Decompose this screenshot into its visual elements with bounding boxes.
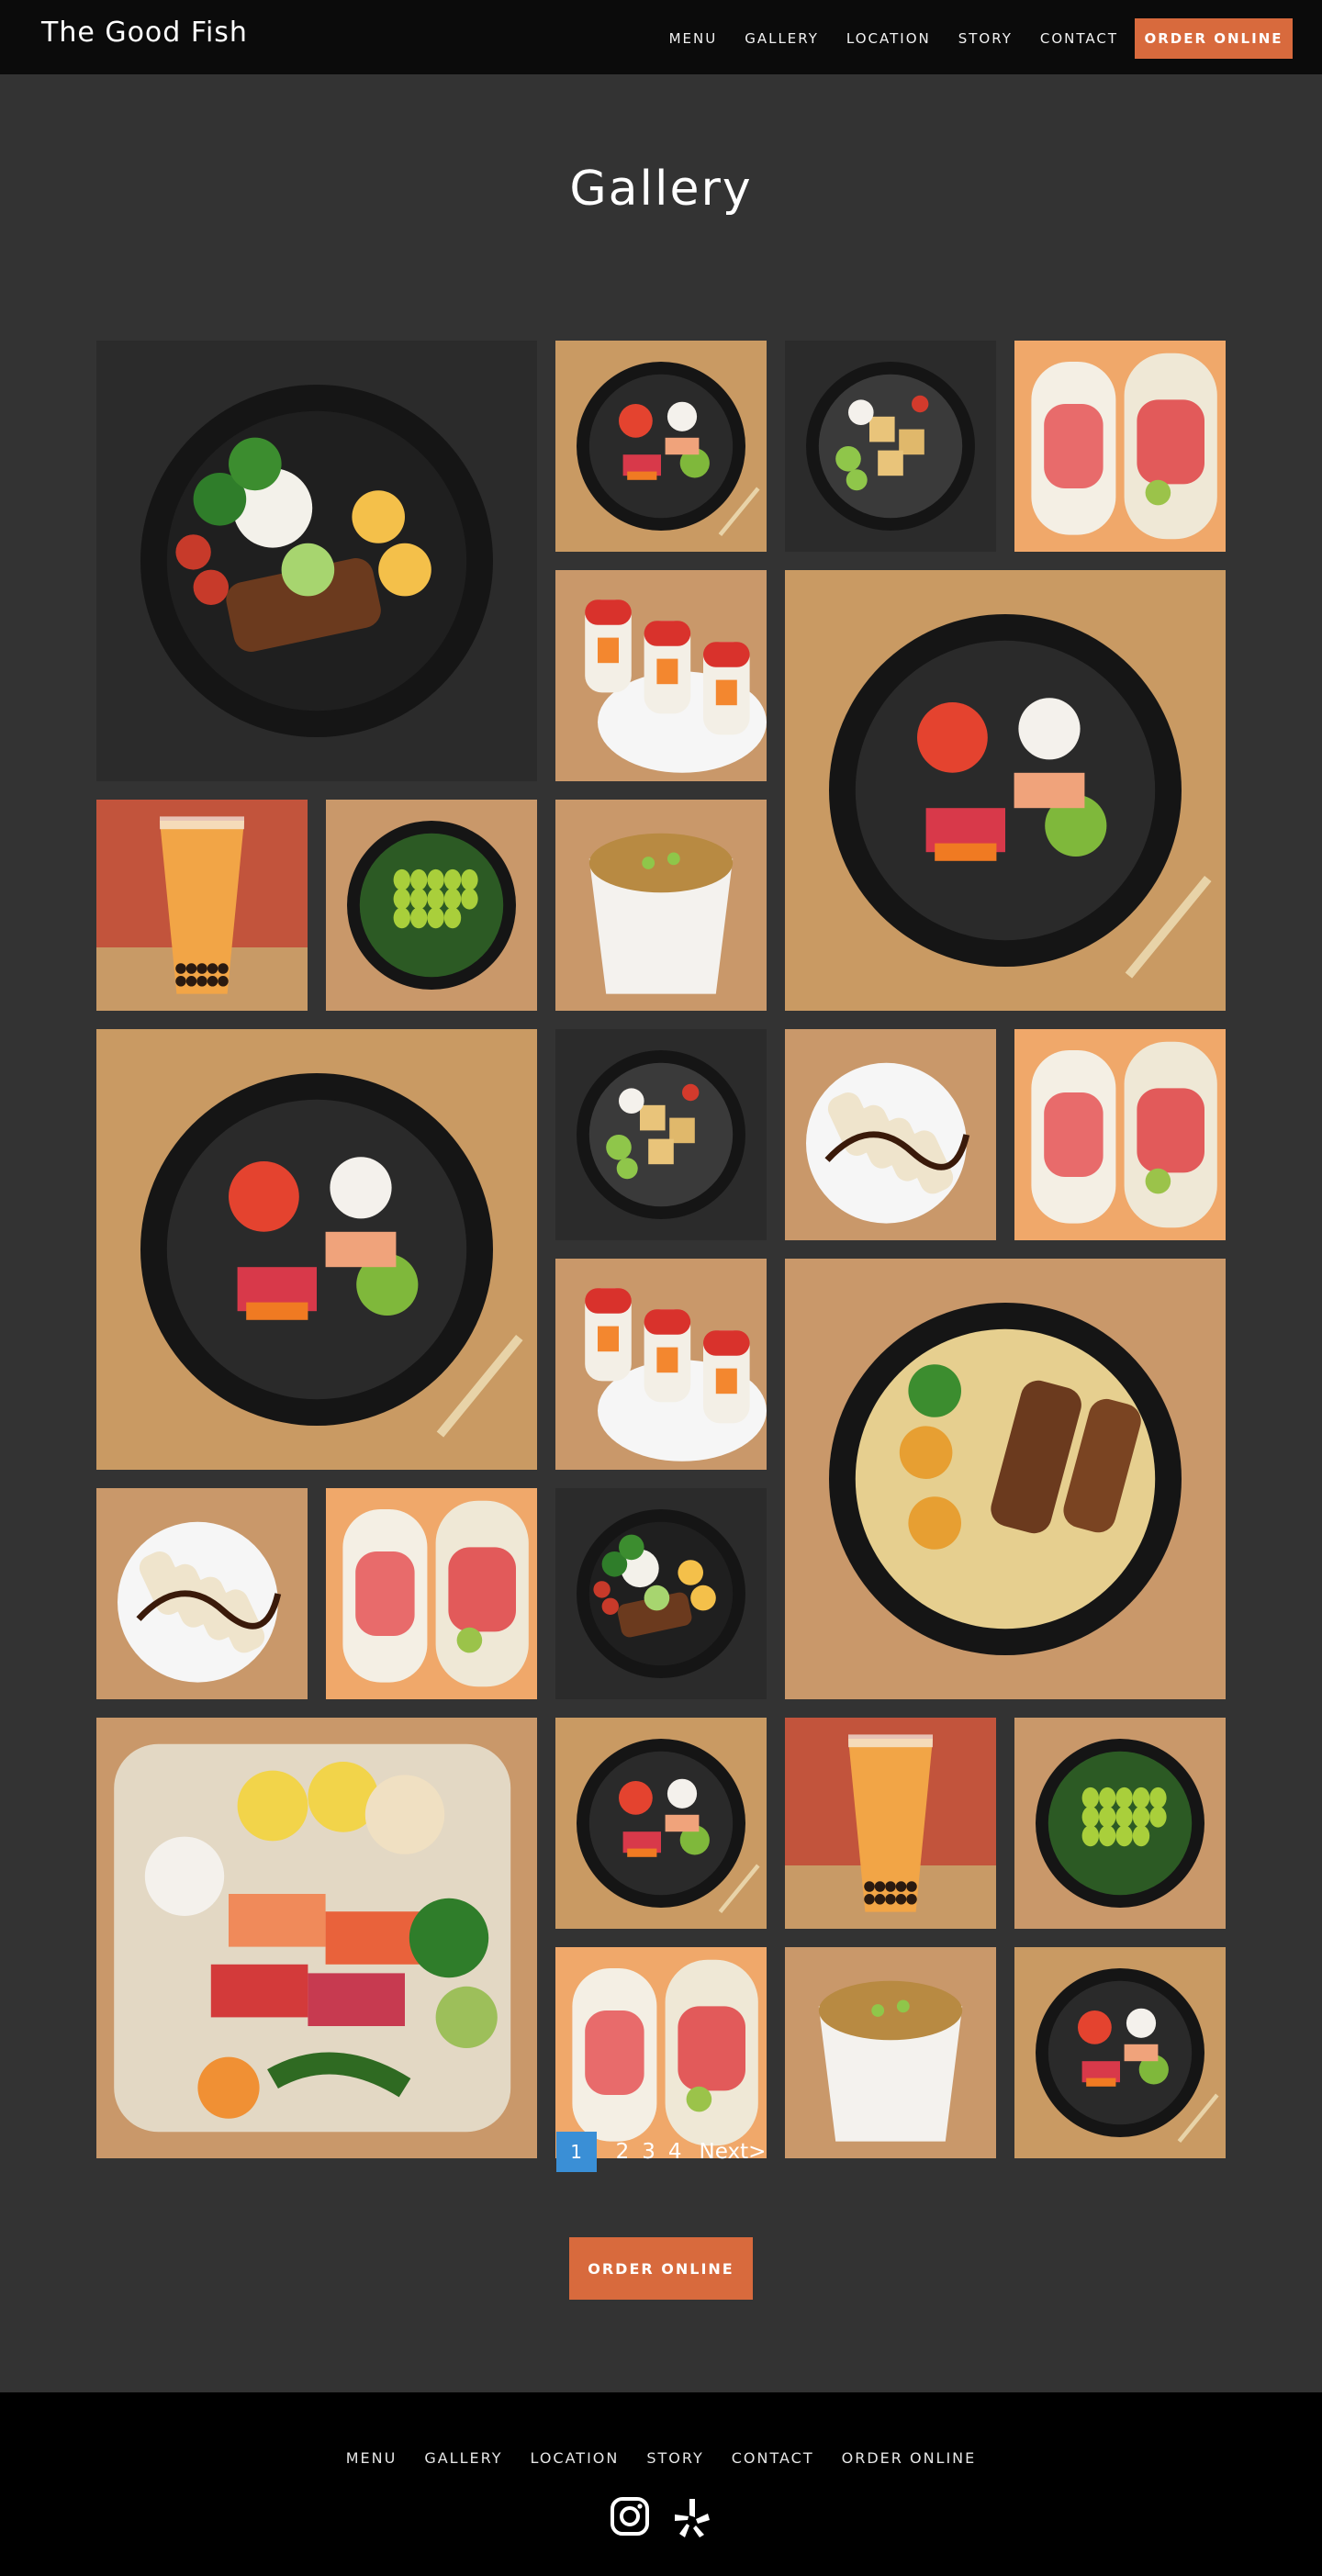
order-online-cta-button[interactable]: ORDER ONLINE: [569, 2237, 753, 2300]
eel-sushi-plate-photo-graphic: [785, 1029, 996, 1240]
poke-bowl-photo[interactable]: [555, 1718, 767, 1929]
miso-soup-photo-graphic: [785, 1947, 996, 2158]
sushi-burrito-photo[interactable]: [1014, 341, 1226, 552]
footer-nav-order-online[interactable]: ORDER ONLINE: [842, 2449, 977, 2467]
boba-tea-photo-graphic: [96, 800, 308, 1011]
sushi-roll-photo-graphic: [555, 1259, 767, 1470]
footer-nav-story[interactable]: STORY: [646, 2449, 703, 2467]
nav-story[interactable]: STORY: [958, 30, 1013, 47]
edamame-salad-photo[interactable]: [326, 800, 537, 1011]
sushi-burrito-photo-graphic: [326, 1488, 537, 1699]
miso-soup-photo-graphic: [555, 800, 767, 1011]
social-links: [0, 2495, 1322, 2537]
poke-bowl-photo-graphic: [1014, 1947, 1226, 2158]
page-title: Gallery: [569, 162, 753, 217]
page-3-link[interactable]: 3: [642, 2140, 655, 2164]
page-2-link[interactable]: 2: [616, 2140, 630, 2164]
sushi-burrito-photo[interactable]: [1014, 1029, 1226, 1240]
poke-bowl-photo[interactable]: [1014, 1947, 1226, 2158]
poke-bowl-photo-graphic: [555, 341, 767, 552]
ramen-bowl-photo-graphic: [785, 1259, 1226, 1699]
yelp-icon[interactable]: [671, 2495, 713, 2537]
poke-bowl-photo-graphic: [555, 1718, 767, 1929]
eel-sushi-plate-photo[interactable]: [785, 1029, 996, 1240]
boba-tea-photo-graphic: [785, 1718, 996, 1929]
poke-bowl-photo[interactable]: [96, 1029, 537, 1470]
poke-bowl-photo-graphic: [96, 1029, 537, 1470]
nav-menu[interactable]: MENU: [669, 30, 718, 47]
sashimi-platter-photo[interactable]: [96, 1718, 537, 2158]
sushi-burrito-photo-graphic: [1014, 1029, 1226, 1240]
pork-belly-rice-bowl-photo-graphic: [96, 341, 537, 781]
next-page-link[interactable]: Next>: [700, 2140, 767, 2164]
nav-location[interactable]: LOCATION: [846, 30, 931, 47]
poke-bowl-photo[interactable]: [785, 570, 1226, 1011]
footer-nav-location[interactable]: LOCATION: [530, 2449, 619, 2467]
title-section: Gallery: [0, 74, 1322, 341]
tofu-salad-bowl-photo[interactable]: [555, 1029, 767, 1240]
poke-bowl-photo-graphic: [785, 570, 1226, 1011]
instagram-icon[interactable]: [609, 2495, 651, 2537]
sushi-burrito-photo-graphic: [555, 1947, 767, 2158]
boba-tea-photo[interactable]: [96, 800, 308, 1011]
pagination: 1 2 3 4 Next>: [0, 2132, 1322, 2172]
gallery-grid: [96, 341, 1226, 2158]
brand-logo-text[interactable]: The Good Fish: [41, 17, 248, 49]
footer-nav-contact[interactable]: CONTACT: [732, 2449, 814, 2467]
poke-bowl-photo[interactable]: [555, 341, 767, 552]
pork-belly-rice-bowl-photo[interactable]: [96, 341, 537, 781]
miso-soup-photo[interactable]: [555, 800, 767, 1011]
page-1-current[interactable]: 1: [555, 2132, 597, 2172]
miso-soup-photo[interactable]: [785, 1947, 996, 2158]
edamame-salad-photo-graphic: [1014, 1718, 1226, 1929]
footer-nav-gallery[interactable]: GALLERY: [424, 2449, 502, 2467]
eel-sushi-plate-photo-graphic: [96, 1488, 308, 1699]
footer-nav: MENU GALLERY LOCATION STORY CONTACT ORDE…: [0, 2449, 1322, 2467]
page-4-link[interactable]: 4: [668, 2140, 682, 2164]
main-nav: MENU GALLERY LOCATION STORY CONTACT ORDE…: [642, 18, 1293, 59]
ramen-bowl-photo[interactable]: [785, 1259, 1226, 1699]
sushi-roll-photo-graphic: [555, 570, 767, 781]
edamame-salad-photo[interactable]: [1014, 1718, 1226, 1929]
pork-belly-rice-bowl-photo[interactable]: [555, 1488, 767, 1699]
sushi-roll-photo[interactable]: [555, 570, 767, 781]
tofu-salad-bowl-photo-graphic: [785, 341, 996, 552]
eel-sushi-plate-photo[interactable]: [96, 1488, 308, 1699]
sushi-burrito-photo[interactable]: [555, 1947, 767, 2158]
nav-gallery[interactable]: GALLERY: [745, 30, 819, 47]
site-header: The Good Fish MENU GALLERY LOCATION STOR…: [0, 0, 1322, 74]
sushi-roll-photo[interactable]: [555, 1259, 767, 1470]
pork-belly-rice-bowl-photo-graphic: [555, 1488, 767, 1699]
main-content: Gallery: [0, 74, 1322, 2158]
nav-contact[interactable]: CONTACT: [1040, 30, 1118, 47]
sashimi-platter-photo-graphic: [96, 1718, 537, 2158]
order-online-button[interactable]: ORDER ONLINE: [1135, 18, 1293, 59]
boba-tea-photo[interactable]: [785, 1718, 996, 1929]
footer-nav-menu[interactable]: MENU: [346, 2449, 398, 2467]
tofu-salad-bowl-photo-graphic: [555, 1029, 767, 1240]
edamame-salad-photo-graphic: [326, 800, 537, 1011]
site-footer: MENU GALLERY LOCATION STORY CONTACT ORDE…: [0, 2392, 1322, 2576]
sushi-burrito-photo[interactable]: [326, 1488, 537, 1699]
tofu-salad-bowl-photo[interactable]: [785, 341, 996, 552]
sushi-burrito-photo-graphic: [1014, 341, 1226, 552]
